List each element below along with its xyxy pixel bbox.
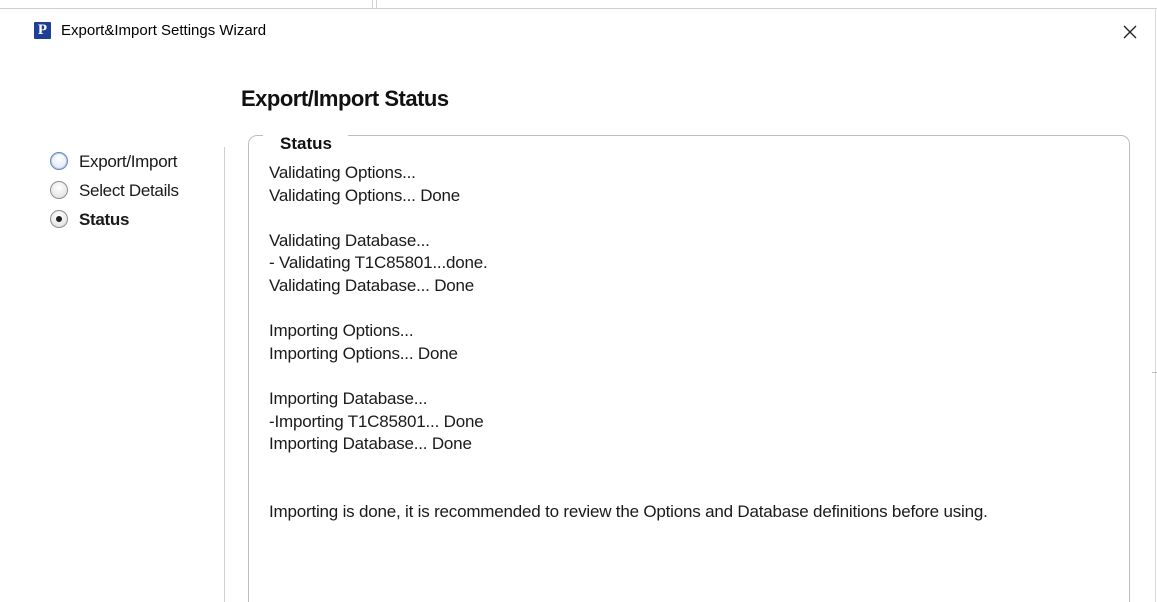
- step-select-details[interactable]: Select Details: [47, 178, 217, 207]
- radio-dot: [56, 216, 62, 222]
- close-button[interactable]: [1108, 16, 1152, 48]
- status-log-line: Validating Database... Done: [269, 275, 475, 295]
- step-status[interactable]: Status: [47, 207, 217, 236]
- splitter-tick: [376, 0, 377, 8]
- status-log-line: [269, 298, 1119, 321]
- radio-button-icon[interactable]: [50, 152, 68, 170]
- wizard-window: P Export&Import Settings Wizard Export/I…: [0, 0, 1157, 602]
- status-log-line: Validating Options... Done: [269, 185, 461, 205]
- wizard-steps: Export/Import Select Details Status: [47, 149, 217, 236]
- status-log-line: Importing Options... Done: [269, 343, 458, 363]
- window-right-border: [1155, 8, 1156, 602]
- step-label: Select Details: [79, 181, 179, 200]
- app-logo-icon: P: [34, 22, 51, 39]
- page-title: Export/Import Status: [241, 86, 449, 111]
- status-group-legend: Status: [263, 134, 348, 154]
- status-log-line: Validating Database...: [269, 230, 430, 250]
- status-log-line: -Importing T1C85801... Done: [269, 411, 484, 431]
- close-icon: [1123, 25, 1137, 39]
- status-log-line: Importing Database... Done: [269, 434, 472, 454]
- status-log-line: [269, 365, 1119, 388]
- radio-button-icon[interactable]: [50, 181, 68, 199]
- splitter-tick: [372, 0, 373, 8]
- steps-divider: [224, 147, 225, 602]
- status-log-line: Validating Options...: [269, 163, 416, 182]
- status-log-line: Importing Database...: [269, 388, 428, 408]
- status-log-line: Importing is done, it is recommended to …: [269, 501, 988, 521]
- status-log-line: [269, 456, 1119, 479]
- status-log: Validating Options... Validating Options…: [269, 162, 1119, 524]
- window-edge-mark: [1152, 372, 1157, 373]
- step-label: Status: [79, 210, 130, 229]
- status-log-line: [269, 207, 1119, 230]
- status-log-line: - Validating T1C85801...done.: [269, 253, 488, 273]
- step-label: Export/Import: [79, 152, 178, 171]
- status-log-line: Importing Options...: [269, 321, 414, 341]
- status-log-line: [269, 478, 1119, 501]
- window-title: Export&Import Settings Wizard: [61, 22, 267, 39]
- radio-button-selected-icon[interactable]: [50, 210, 68, 228]
- step-export-import[interactable]: Export/Import: [47, 149, 217, 178]
